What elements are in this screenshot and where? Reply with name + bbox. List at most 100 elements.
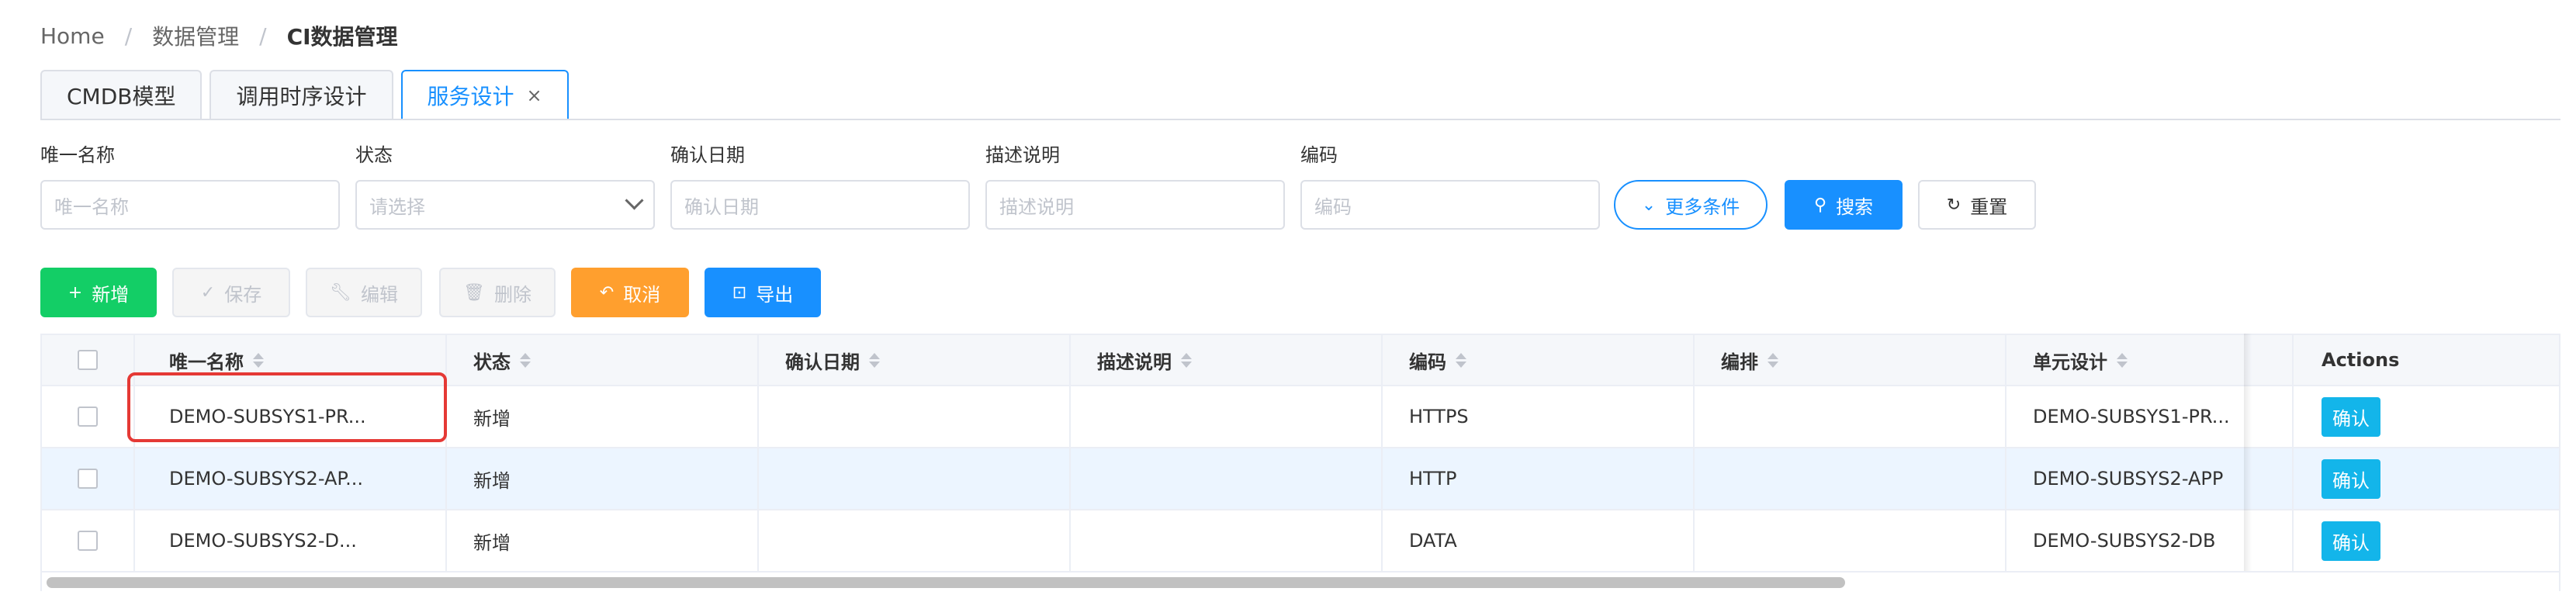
- sort-icon[interactable]: [2117, 352, 2128, 368]
- add-button[interactable]: + 新增: [40, 268, 157, 317]
- unique-name-input[interactable]: 唯一名称: [40, 180, 340, 230]
- cell-unique-name: DEMO-SUBSYS2-D...: [135, 510, 447, 571]
- cell-arrange: [1695, 386, 2006, 447]
- more-conditions-button[interactable]: ⌄ 更多条件: [1614, 180, 1768, 230]
- tab-cmdb-model[interactable]: CMDB模型: [40, 70, 203, 119]
- column-header-label: 编排: [1721, 351, 1758, 373]
- sort-icon[interactable]: [1181, 352, 1192, 368]
- chevron-down-icon: [625, 191, 644, 210]
- button-label: 取消: [623, 283, 661, 306]
- input-placeholder: 确认日期: [684, 195, 759, 218]
- filter-label-confirm-date: 确认日期: [670, 144, 745, 166]
- tab-label: CMDB模型: [67, 84, 176, 109]
- column-header-label: Actions: [2322, 349, 2400, 371]
- cancel-button[interactable]: ↶ 取消: [571, 268, 689, 317]
- cell-actions: 确认: [2294, 448, 2559, 509]
- cell-code: HTTP: [1383, 448, 1695, 509]
- cell-code: HTTPS: [1383, 386, 1695, 447]
- save-button[interactable]: ✓ 保存: [172, 268, 290, 317]
- cell-status: 新增: [447, 386, 759, 447]
- column-header-description[interactable]: 描述说明: [1071, 335, 1383, 385]
- cell-confirm-date: [759, 386, 1071, 447]
- highlight-box: [127, 372, 447, 442]
- cell-arrange: [1695, 510, 2006, 571]
- row-select-cell: [42, 386, 135, 447]
- breadcrumb-home[interactable]: Home: [40, 23, 105, 49]
- column-header-label: 状态: [473, 351, 511, 373]
- refresh-icon: ↻: [1946, 195, 1961, 215]
- cell-unique-name: DEMO-SUBSYS2-AP...: [135, 448, 447, 509]
- sort-icon[interactable]: [1456, 352, 1466, 368]
- export-button[interactable]: ⊡ 导出: [705, 268, 821, 317]
- row-select-cell: [42, 448, 135, 509]
- button-label: 搜索: [1836, 195, 1874, 218]
- confirm-date-input[interactable]: 确认日期: [670, 180, 970, 230]
- input-placeholder: 唯一名称: [54, 195, 129, 218]
- cell-description: [1071, 386, 1383, 447]
- horizontal-scrollbar-thumb[interactable]: [47, 577, 1845, 588]
- input-placeholder: 描述说明: [999, 195, 1074, 218]
- breadcrumb-current: CI数据管理: [286, 24, 398, 50]
- sort-icon[interactable]: [520, 352, 531, 368]
- plus-icon: +: [68, 282, 83, 303]
- column-header-actions: Actions: [2294, 335, 2559, 385]
- cell-arrange: [1695, 448, 2006, 509]
- select-all-checkbox[interactable]: [78, 350, 98, 370]
- breadcrumb-separator: /: [259, 22, 267, 49]
- sort-icon[interactable]: [1768, 352, 1778, 368]
- tab-divider: [40, 119, 2560, 120]
- button-label: 导出: [756, 283, 794, 306]
- button-label: 更多条件: [1665, 195, 1740, 218]
- select-placeholder: 请选择: [369, 195, 425, 218]
- close-icon[interactable]: ×: [527, 85, 542, 106]
- column-header-label: 单元设计: [2033, 351, 2107, 373]
- confirm-button[interactable]: 确认: [2322, 396, 2380, 437]
- filter-label-code: 编码: [1300, 144, 1338, 166]
- export-icon: ⊡: [732, 282, 747, 303]
- cell-code: DATA: [1383, 510, 1695, 571]
- cell-description: [1071, 510, 1383, 571]
- row-checkbox[interactable]: [78, 407, 98, 427]
- undo-icon: ↶: [599, 282, 615, 303]
- column-header-label: 唯一名称: [169, 351, 244, 373]
- cell-status: 新增: [447, 510, 759, 571]
- tab-service-design[interactable]: 服务设计 ×: [400, 70, 569, 119]
- delete-button[interactable]: 🗑︎ 删除: [439, 268, 556, 317]
- row-checkbox[interactable]: [78, 531, 98, 551]
- chevron-down-icon: ⌄: [1641, 195, 1657, 215]
- search-icon: ⚲: [1813, 195, 1827, 215]
- page-tabs: CMDB模型 调用时序设计 服务设计 ×: [40, 70, 576, 119]
- tab-call-sequence-design[interactable]: 调用时序设计: [209, 70, 393, 119]
- button-label: 重置: [1970, 195, 2008, 218]
- code-input[interactable]: 编码: [1300, 180, 1600, 230]
- column-header-arrange[interactable]: 编排: [1695, 335, 2006, 385]
- column-header-label: 编码: [1409, 351, 1446, 373]
- breadcrumb-data-management[interactable]: 数据管理: [152, 20, 239, 51]
- filter-label-unique-name: 唯一名称: [40, 144, 115, 166]
- reset-button[interactable]: ↻ 重置: [1918, 180, 2036, 230]
- breadcrumb-separator: /: [124, 22, 133, 49]
- confirm-button[interactable]: 确认: [2322, 521, 2380, 561]
- description-input[interactable]: 描述说明: [985, 180, 1285, 230]
- column-header-status[interactable]: 状态: [447, 335, 759, 385]
- filter-label-status: 状态: [355, 144, 393, 166]
- column-header-confirm-date[interactable]: 确认日期: [759, 335, 1071, 385]
- row-checkbox[interactable]: [78, 469, 98, 489]
- button-label: 保存: [224, 283, 262, 306]
- table-row[interactable]: DEMO-SUBSYS2-AP... 新增 HTTP DEMO-SUBSYS2-…: [42, 448, 2559, 510]
- cell-actions: 确认: [2294, 510, 2559, 571]
- sort-icon[interactable]: [869, 352, 880, 368]
- select-all-cell: [42, 335, 135, 385]
- confirm-button[interactable]: 确认: [2322, 458, 2380, 499]
- table-row[interactable]: DEMO-SUBSYS2-D... 新增 DATA DEMO-SUBSYS2-D…: [42, 510, 2559, 573]
- button-label: 新增: [92, 283, 130, 306]
- tab-label: 调用时序设计: [236, 84, 367, 109]
- column-header-code[interactable]: 编码: [1383, 335, 1695, 385]
- cell-confirm-date: [759, 448, 1071, 509]
- cell-status: 新增: [447, 448, 759, 509]
- status-select[interactable]: 请选择: [355, 180, 655, 230]
- search-button[interactable]: ⚲ 搜索: [1785, 180, 1903, 230]
- column-header-label: 确认日期: [785, 351, 860, 373]
- sort-icon[interactable]: [253, 352, 264, 368]
- edit-button[interactable]: 🔧︎ 编辑: [306, 268, 422, 317]
